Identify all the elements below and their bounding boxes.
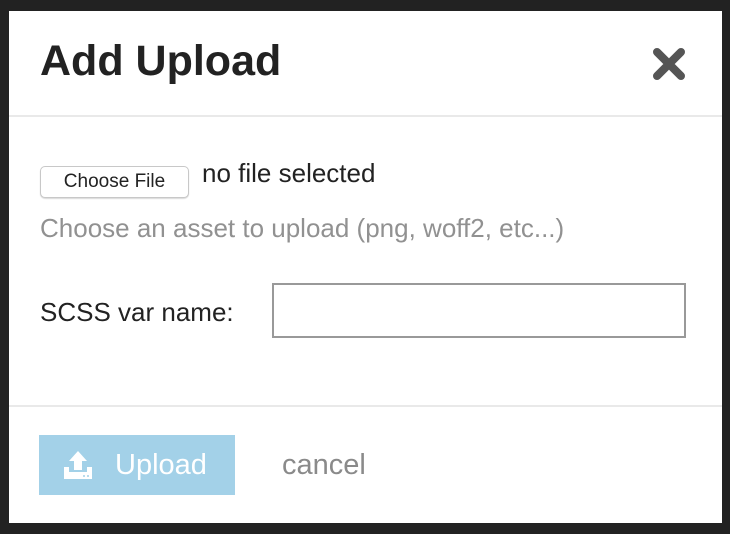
upload-icon: [64, 451, 92, 479]
close-icon: [653, 48, 685, 80]
modal-header: Add Upload: [9, 11, 722, 117]
close-button[interactable]: [649, 44, 689, 84]
scss-var-name-input[interactable]: [272, 283, 686, 338]
upload-hint: Choose an asset to upload (png, woff2, e…: [40, 213, 565, 243]
upload-button-label: Upload: [115, 448, 207, 481]
add-upload-modal: Add Upload Choose File no file selected …: [9, 11, 722, 523]
modal-title: Add Upload: [40, 37, 282, 85]
modal-body: Choose File no file selected Choose an a…: [9, 117, 722, 407]
file-status: no file selected: [202, 158, 376, 188]
scss-var-name-label: SCSS var name:: [40, 297, 234, 327]
cancel-link[interactable]: cancel: [282, 449, 366, 482]
choose-file-button[interactable]: Choose File: [40, 166, 189, 198]
upload-button[interactable]: Upload: [39, 435, 235, 495]
modal-footer: Upload cancel: [9, 407, 722, 523]
